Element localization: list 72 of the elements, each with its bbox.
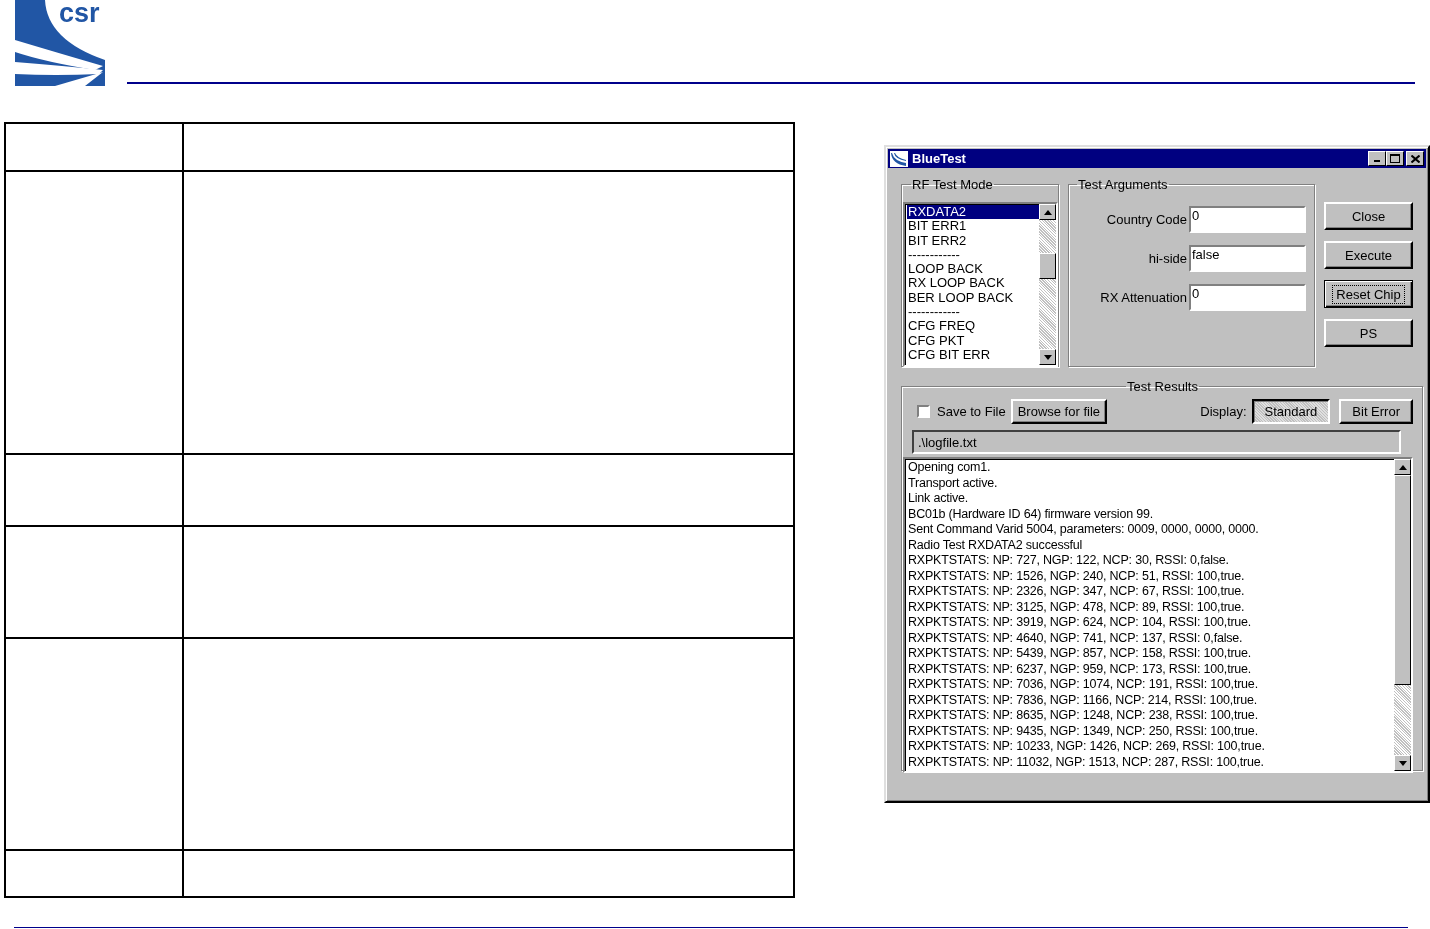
- log-line: RXPKTSTATS: NP: 1526, NGP: 240, NCP: 51, RSSI: 100,true.: [908, 568, 1246, 584]
- log-line: Opening com1.: [908, 460, 992, 476]
- list-item[interactable]: CFG FREQ: [907, 319, 1039, 334]
- list-item[interactable]: ------------: [907, 247, 1039, 263]
- log-line: RXPKTSTATS: NP: 10233, NGP: 1426, NCP: 269, RSSI: 100,true.: [908, 739, 1266, 755]
- log-line: RXPKTSTATS: NP: 4640, NGP: 741, NCP: 137, RSSI: 0,false.: [908, 630, 1244, 646]
- toggle-button[interactable]: Standard: [1251, 398, 1331, 424]
- field-label: Country Code: [1106, 212, 1187, 227]
- scrollbar[interactable]: [1039, 204, 1056, 365]
- log-line: RXPKTSTATS: NP: 3125, NGP: 478, NCP: 89, RSSI: 100,true.: [908, 599, 1246, 615]
- list-item[interactable]: BIT ERR1: [907, 219, 1039, 234]
- checkbox[interactable]: [917, 404, 930, 418]
- list-item[interactable]: RX LOOP BACK: [907, 276, 1039, 291]
- list-item[interactable]: CFG BIT ERR: [907, 347, 1039, 363]
- push-button[interactable]: Execute: [1324, 241, 1413, 269]
- input-field[interactable]: 0: [1189, 284, 1306, 311]
- down-arrow-icon: [1398, 760, 1407, 766]
- scroll-thumb[interactable]: [1394, 475, 1411, 685]
- close-button[interactable]: [1406, 151, 1424, 166]
- group-title: RF Test Mode: [911, 177, 994, 192]
- list-item[interactable]: BIT ERR2: [907, 233, 1039, 248]
- log-line: RXPKTSTATS: NP: 3919, NGP: 624, NCP: 104, RSSI: 100,true.: [908, 615, 1253, 631]
- scrollbar[interactable]: [1394, 459, 1411, 771]
- maximize-icon: [1390, 154, 1400, 163]
- log-line: RXPKTSTATS: NP: 7036, NGP: 1074, NCP: 191, RSSI: 100,true.: [908, 677, 1259, 693]
- list-item[interactable]: RXDATA2: [907, 205, 1039, 220]
- log-line: RXPKTSTATS: NP: 7836, NGP: 1166, NCP: 214, RSSI: 100,true.: [908, 692, 1258, 708]
- input-field[interactable]: false: [1189, 245, 1306, 272]
- list-box[interactable]: RXDATA2 BIT ERR1 BIT ERR2 ------------ LOOP BACK RX LOOP BACK BER LOOP BACK ------------ CFG FREQ CFG PKT CFG BIT ERR: [903, 202, 1058, 367]
- list-item[interactable]: LOOP BACK: [907, 262, 1039, 277]
- display-label: Display:: [1200, 403, 1247, 419]
- log-line: Sent Command Varid 5004, parameters: 0009, 0000, 0000, 0000.: [908, 522, 1260, 538]
- list-item[interactable]: CFG PKT: [907, 333, 1039, 348]
- scroll-down-button[interactable]: [1039, 349, 1056, 365]
- scroll-down-button[interactable]: [1394, 755, 1411, 771]
- log-line: RXPKTSTATS: NP: 6237, NGP: 959, NCP: 173, RSSI: 100,true.: [908, 661, 1253, 677]
- scroll-thumb[interactable]: [1039, 253, 1056, 279]
- minimize-icon: [1374, 160, 1380, 162]
- log-line: Radio Test RXDATA2 successful: [908, 537, 1084, 553]
- close-icon: [1410, 154, 1420, 163]
- up-arrow-icon: [1398, 464, 1407, 470]
- log-line: RXPKTSTATS: NP: 2326, NGP: 347, NCP: 67, RSSI: 100,true.: [908, 584, 1246, 600]
- push-button[interactable]: Close: [1324, 202, 1413, 230]
- path-field[interactable]: .\logfile.txt: [912, 430, 1401, 454]
- checkbox-label: Save to File: [937, 403, 1006, 419]
- maximize-button[interactable]: [1386, 151, 1404, 166]
- log-line: RXPKTSTATS: NP: 11032, NGP: 1513, NCP: 287, RSSI: 100,true.: [908, 754, 1265, 770]
- group-title: Test Results: [1126, 379, 1199, 394]
- log-line: BC01b (Hardware ID 64) firmware version 99.: [908, 506, 1154, 522]
- log-line: Link active.: [908, 491, 970, 507]
- down-arrow-icon: [1043, 354, 1052, 360]
- scroll-up-button[interactable]: [1394, 459, 1411, 475]
- app-icon: [890, 150, 908, 167]
- log-line: RXPKTSTATS: NP: 5439, NGP: 857, NCP: 158, RSSI: 100,true.: [908, 646, 1253, 662]
- push-button[interactable]: Reset Chip: [1324, 280, 1413, 308]
- log-line: Transport active.: [908, 475, 999, 491]
- toggle-button[interactable]: Bit Error: [1339, 398, 1413, 424]
- list-item[interactable]: ------------: [907, 305, 1039, 320]
- log-line: RXPKTSTATS: NP: 9435, NGP: 1349, NCP: 250, RSSI: 100,true.: [908, 723, 1259, 739]
- input-field[interactable]: 0: [1189, 206, 1306, 233]
- log-line: RXPKTSTATS: NP: 727, NGP: 122, NCP: 30, RSSI: 0,false.: [908, 553, 1230, 569]
- push-button[interactable]: PS: [1324, 319, 1413, 347]
- browse-button[interactable]: Browse for file: [1010, 398, 1108, 424]
- field-label: hi-side: [1148, 251, 1187, 266]
- log-line: RXPKTSTATS: NP: 8635, NGP: 1248, NCP: 238, RSSI: 100,true.: [908, 708, 1259, 724]
- field-label: RX Attenuation: [1100, 290, 1187, 305]
- up-arrow-icon: [1043, 209, 1052, 215]
- minimize-button[interactable]: [1368, 151, 1386, 166]
- list-item[interactable]: BER LOOP BACK: [907, 290, 1039, 306]
- scroll-up-button[interactable]: [1039, 204, 1056, 220]
- group-title: Test Arguments: [1077, 177, 1169, 192]
- window-title: BlueTest: [912, 151, 966, 166]
